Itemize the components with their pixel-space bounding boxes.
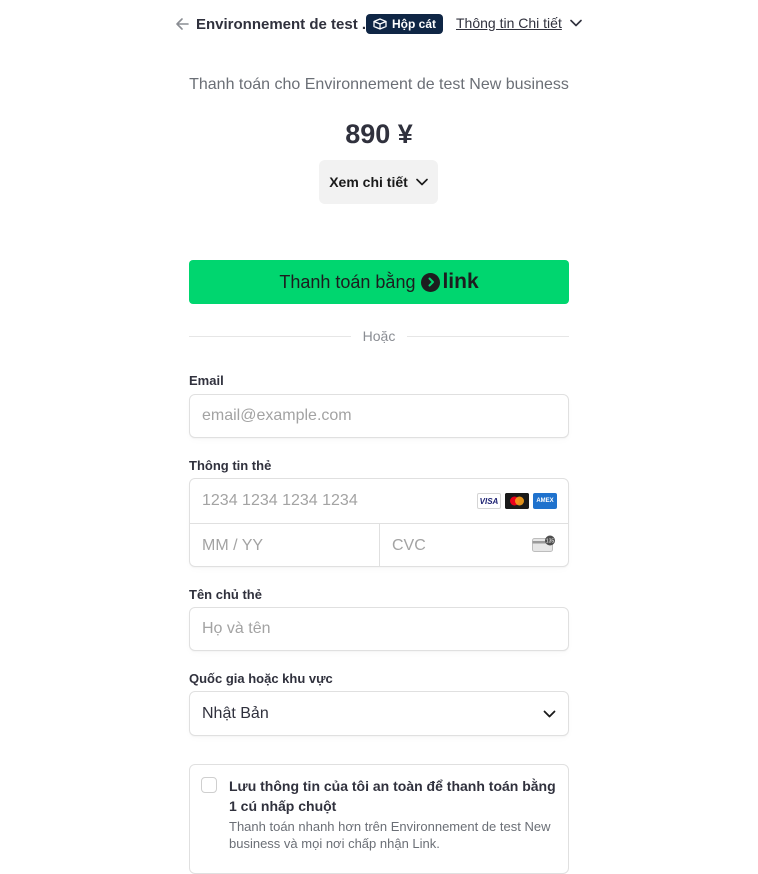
- email-label: Email: [189, 373, 224, 388]
- cardholder-name-field[interactable]: [189, 607, 569, 651]
- card-info-group: VISA AMEX 135: [189, 478, 569, 567]
- back-arrow-icon[interactable]: [174, 15, 190, 33]
- svg-text:135: 135: [546, 539, 555, 545]
- sandbox-badge-label: Hộp cát: [392, 17, 437, 31]
- payment-amount: 890 ¥: [345, 119, 413, 149]
- country-select[interactable]: Nhật Bản: [189, 691, 569, 736]
- details-link-label: Thông tin Chi tiết: [456, 15, 562, 31]
- save-info-title[interactable]: Lưu thông tin của tôi an toàn để thanh t…: [229, 776, 559, 816]
- payment-description: Thanh toán cho Environnement de test New…: [189, 76, 569, 93]
- card-brands: VISA AMEX: [477, 493, 557, 509]
- visa-icon: VISA: [477, 493, 501, 509]
- view-details-button[interactable]: Xem chi tiết: [319, 160, 438, 204]
- divider-line: [407, 335, 569, 337]
- pay-with-link-button[interactable]: Thanh toán bằng link: [189, 260, 569, 304]
- or-text: Hoặc: [362, 328, 396, 344]
- card-expiry-field[interactable]: [190, 524, 379, 567]
- merchant-name[interactable]: Environnement de test ...: [196, 16, 374, 33]
- mastercard-icon: [505, 493, 529, 509]
- sandbox-badge: Hộp cát: [366, 14, 444, 34]
- link-brand-text: link: [442, 270, 479, 293]
- pay-with-link-label: Thanh toán bằng: [279, 271, 416, 292]
- amex-icon: AMEX: [533, 493, 557, 509]
- country-label: Quốc gia hoặc khu vực: [189, 671, 333, 686]
- country-selected-value: Nhật Bản: [202, 704, 269, 722]
- card-info-label: Thông tin thẻ: [189, 458, 272, 473]
- chevron-down-icon: [415, 178, 428, 186]
- save-info-checkbox[interactable]: [201, 777, 217, 793]
- view-details-label: Xem chi tiết: [329, 174, 408, 190]
- box-icon: [373, 18, 387, 30]
- link-arrow-icon: [421, 272, 441, 292]
- or-divider: Hoặc: [189, 326, 569, 346]
- save-info-box: Lưu thông tin của tôi an toàn để thanh t…: [189, 764, 569, 874]
- save-info-description: Thanh toán nhanh hơn trên Environnement …: [229, 819, 551, 851]
- chevron-down-icon: [543, 710, 556, 717]
- divider-line: [189, 335, 351, 337]
- email-field[interactable]: [189, 394, 569, 438]
- chevron-down-icon: [570, 19, 582, 27]
- cvc-card-icon: 135: [532, 535, 555, 552]
- card-cvc-field[interactable]: [380, 524, 520, 567]
- link-logo: link: [421, 270, 479, 294]
- details-link[interactable]: Thông tin Chi tiết: [456, 15, 582, 31]
- card-number-field[interactable]: [190, 479, 470, 523]
- cardholder-label: Tên chủ thẻ: [189, 587, 262, 602]
